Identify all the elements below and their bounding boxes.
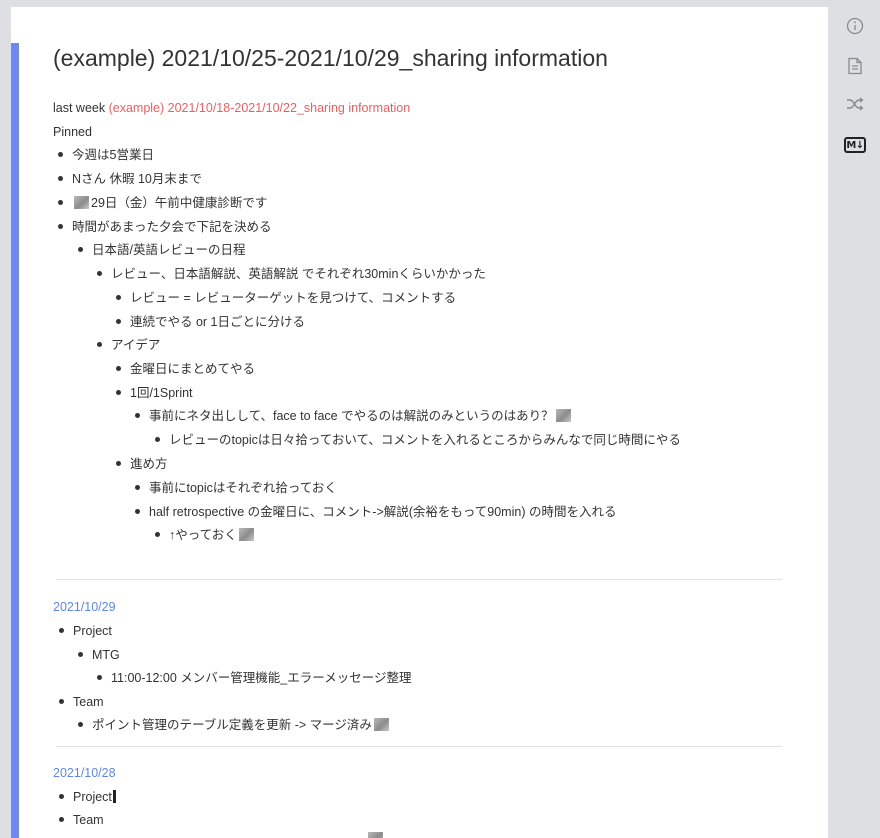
last-week-link[interactable]: (example) 2021/10/18-2021/10/22_sharing … bbox=[109, 101, 411, 115]
section-divider bbox=[56, 579, 782, 580]
list-item[interactable]: Team bbox=[59, 694, 104, 710]
bullet bbox=[116, 295, 121, 301]
list-item[interactable]: MTG bbox=[78, 647, 120, 663]
shuffle-button[interactable] bbox=[844, 93, 866, 115]
list-item[interactable]: Project bbox=[59, 623, 112, 639]
image-thumbnail[interactable] bbox=[555, 409, 571, 423]
list-item-text: 金曜日にまとめてやる bbox=[130, 362, 256, 376]
list-item[interactable]: 29日（金）午前中健康診断です bbox=[58, 195, 267, 211]
document-icon bbox=[848, 57, 862, 75]
bullet bbox=[78, 722, 83, 728]
list-item-text: 事前にtopicはそれぞれ拾っておく bbox=[149, 481, 337, 495]
bullet bbox=[59, 817, 64, 823]
list-item[interactable]: half retrospective の金曜日に、コメント->解説(余裕をもって… bbox=[135, 504, 616, 520]
list-item[interactable]: 事前にtopicはそれぞれ拾っておく bbox=[135, 480, 337, 496]
list-item[interactable]: Team bbox=[59, 812, 104, 828]
list-item-text: レビューのtopicは日々拾っておいて、コメントを入れるところからみんなで同じ時… bbox=[169, 433, 681, 447]
bullet bbox=[116, 461, 121, 467]
bullet bbox=[58, 176, 63, 182]
list-item[interactable]: レビュー、日本語解説、英語解説 でそれぞれ30minくらいかかった bbox=[97, 266, 486, 282]
bullet bbox=[116, 366, 121, 372]
bullet bbox=[78, 652, 83, 658]
bullet bbox=[59, 794, 64, 800]
image-thumbnail[interactable] bbox=[238, 528, 254, 542]
list-item[interactable]: 進め方 bbox=[116, 456, 168, 472]
image-thumbnail[interactable] bbox=[74, 196, 89, 210]
list-item[interactable]: Nさん 休暇 10月末まで bbox=[58, 171, 202, 187]
bullet bbox=[135, 413, 140, 419]
list-item-text: Nさん 休暇 10月末まで bbox=[72, 172, 202, 186]
info-icon bbox=[846, 17, 864, 35]
list-item-text: half retrospective の金曜日に、コメント->解説(余裕をもって… bbox=[149, 505, 617, 519]
bullet bbox=[155, 532, 160, 538]
list-item[interactable]: レビュー = レビューターゲットを見つけて、コメントする bbox=[116, 290, 456, 306]
list-item-text: レビュー = レビューターゲットを見つけて、コメントする bbox=[130, 291, 457, 305]
text-cursor bbox=[112, 790, 116, 804]
markdown-icon: M↓ bbox=[844, 137, 866, 153]
bullet bbox=[135, 509, 140, 515]
bullet bbox=[97, 342, 102, 348]
list-item-text: 1回/1Sprint bbox=[130, 386, 193, 400]
list-item[interactable]: 金曜日にまとめてやる bbox=[116, 361, 255, 377]
markdown-button[interactable]: M↓ bbox=[844, 134, 866, 156]
bullet bbox=[58, 152, 63, 158]
bullet bbox=[58, 200, 63, 206]
bullet bbox=[59, 628, 64, 634]
list-item-text: 29日（金）午前中健康診断です bbox=[91, 196, 268, 210]
bullet bbox=[58, 224, 63, 230]
bullet bbox=[116, 390, 121, 396]
bullet bbox=[97, 675, 102, 681]
list-item[interactable]: ↑やっておく bbox=[155, 527, 256, 543]
image-thumbnail[interactable] bbox=[368, 832, 383, 838]
list-item-text: 進め方 bbox=[130, 457, 168, 471]
info-button[interactable] bbox=[844, 15, 866, 37]
list-item-text: 事前にネタ出しして、face to face でやるのは解説のみというのはあり？ bbox=[149, 409, 554, 423]
note-page: (example) 2021/10/25-2021/10/29_sharing … bbox=[11, 7, 828, 838]
list-item-text: 今週は5営業日 bbox=[72, 148, 154, 162]
list-item-text: 日本語/英語レビューの日程 bbox=[92, 243, 246, 257]
list-item-text: 時間があまった夕会で下記を決める bbox=[72, 220, 272, 234]
document-button[interactable] bbox=[844, 55, 866, 77]
list-item-text: アイデア bbox=[111, 338, 161, 352]
list-item-partial bbox=[366, 831, 385, 838]
pinned-label: Pinned bbox=[53, 125, 92, 139]
list-item[interactable]: 事前にネタ出しして、face to face でやるのは解説のみというのはあり？ bbox=[135, 408, 573, 424]
list-item[interactable]: 連続でやる or 1日ごとに分ける bbox=[116, 314, 305, 330]
right-sidebar: M↓ bbox=[828, 0, 880, 838]
list-item[interactable]: 今週は5営業日 bbox=[58, 147, 154, 163]
list-item-text: ↑やっておく bbox=[169, 528, 237, 542]
list-item[interactable]: Project bbox=[59, 789, 116, 805]
section-divider bbox=[56, 746, 782, 747]
list-item-text: 11:00-12:00 メンバー管理機能_エラーメッセージ整理 bbox=[111, 671, 412, 685]
last-week-row: last week (example) 2021/10/18-2021/10/2… bbox=[53, 100, 410, 116]
list-item-text: Team bbox=[73, 813, 104, 827]
accent-bar bbox=[11, 43, 19, 838]
bullet bbox=[155, 437, 160, 443]
list-item-text: Team bbox=[73, 695, 104, 709]
bullet bbox=[116, 319, 121, 325]
list-item-text: レビュー、日本語解説、英語解説 でそれぞれ30minくらいかかった bbox=[111, 267, 486, 281]
list-item-text: Project bbox=[73, 790, 112, 804]
date-heading[interactable]: 2021/10/28 bbox=[53, 765, 116, 781]
shuffle-icon bbox=[847, 97, 864, 111]
bullet bbox=[78, 247, 83, 253]
list-item[interactable]: レビューのtopicは日々拾っておいて、コメントを入れるところからみんなで同じ時… bbox=[155, 432, 681, 448]
last-week-label: last week bbox=[53, 101, 106, 115]
list-item[interactable]: 日本語/英語レビューの日程 bbox=[78, 242, 245, 258]
list-item-text: MTG bbox=[92, 648, 120, 662]
list-item[interactable]: 11:00-12:00 メンバー管理機能_エラーメッセージ整理 bbox=[97, 670, 411, 686]
list-item[interactable]: 時間があまった夕会で下記を決める bbox=[58, 219, 272, 235]
page-title[interactable]: (example) 2021/10/25-2021/10/29_sharing … bbox=[53, 45, 608, 72]
bullet bbox=[97, 271, 102, 277]
list-item[interactable]: 1回/1Sprint bbox=[116, 385, 193, 401]
list-item-text: ポイント管理のテーブル定義を更新 -> マージ済み bbox=[92, 718, 372, 732]
bullet bbox=[135, 485, 140, 491]
list-item-text: Project bbox=[73, 624, 112, 638]
list-item[interactable]: ポイント管理のテーブル定義を更新 -> マージ済み bbox=[78, 717, 391, 733]
bullet bbox=[59, 699, 64, 705]
list-item[interactable]: アイデア bbox=[97, 337, 160, 353]
image-thumbnail[interactable] bbox=[373, 718, 389, 732]
list-item-text: 連続でやる or 1日ごとに分ける bbox=[130, 315, 306, 329]
date-heading[interactable]: 2021/10/29 bbox=[53, 599, 116, 615]
